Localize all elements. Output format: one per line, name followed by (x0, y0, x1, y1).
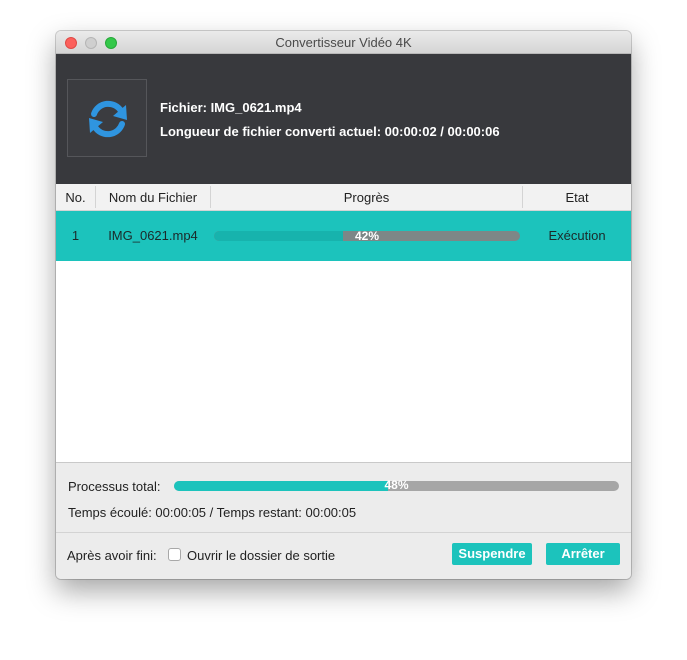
converter-window: Convertisseur Vidéo 4K Fichier: IMG_0621… (56, 31, 631, 579)
current-file-label: Fichier: IMG_0621.mp4 (160, 100, 302, 115)
window-title: Convertisseur Vidéo 4K (275, 35, 412, 50)
suspend-button[interactable]: Suspendre (452, 543, 532, 565)
row-file-name: IMG_0621.mp4 (108, 228, 198, 243)
after-finish-label: Après avoir fini: (67, 548, 157, 563)
row-number: 1 (71, 228, 80, 243)
total-progress-percent: 48% (384, 478, 409, 492)
file-table: No. Nom du Fichier Progrès Etat 1 IMG_06… (56, 184, 631, 462)
open-output-folder-label[interactable]: Ouvrir le dossier de sortie (187, 548, 335, 563)
column-header-no[interactable]: No. (56, 190, 95, 205)
refresh-icon (89, 100, 127, 138)
conversion-thumbnail (67, 79, 147, 157)
column-header-state[interactable]: Etat (523, 190, 631, 205)
time-status-label: Temps écoulé: 00:00:05 / Temps restant: … (68, 505, 357, 520)
title-bar[interactable]: Convertisseur Vidéo 4K (56, 31, 631, 54)
table-row[interactable]: 1 IMG_0621.mp4 42% Exécution (56, 211, 631, 261)
total-progress-panel: Processus total: 48% Temps écoulé: 00:00… (56, 462, 631, 532)
footer-bar: Après avoir fini: Ouvrir le dossier de s… (56, 532, 631, 579)
conversion-header: Fichier: IMG_0621.mp4 Longueur de fichie… (56, 54, 631, 184)
column-header-name[interactable]: Nom du Fichier (96, 190, 210, 205)
row-progress-percent: 42% (354, 229, 380, 243)
stop-button[interactable]: Arrêter (546, 543, 620, 565)
open-output-folder-checkbox[interactable] (168, 548, 181, 561)
converted-length-label: Longueur de fichier converti actuel: 00:… (160, 124, 500, 139)
table-header: No. Nom du Fichier Progrès Etat (56, 184, 631, 211)
row-state: Exécution (548, 228, 606, 243)
total-progress-label: Processus total: (68, 479, 161, 494)
column-header-progress[interactable]: Progrès (211, 190, 522, 205)
